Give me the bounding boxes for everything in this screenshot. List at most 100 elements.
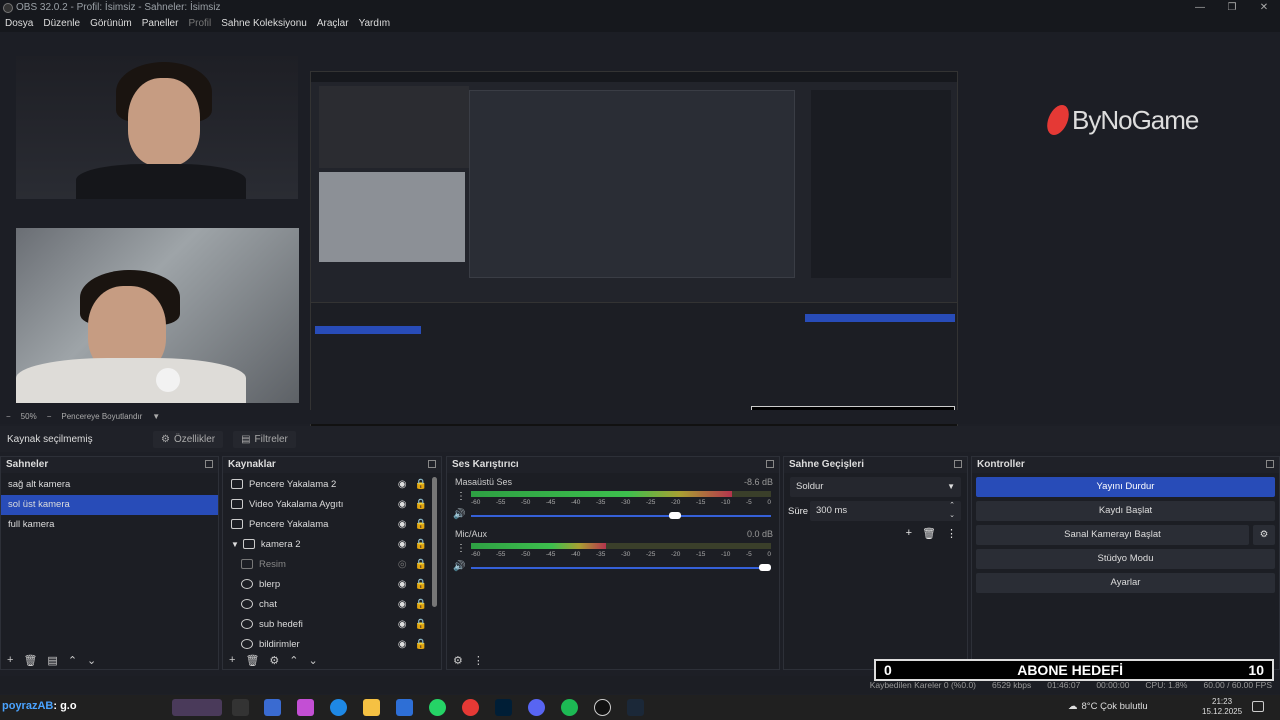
popout-icon[interactable] [1266, 460, 1274, 468]
speaker-icon[interactable]: 🔊 [453, 561, 465, 572]
eye-icon[interactable]: ◉ [398, 539, 407, 550]
source-item[interactable]: sub hedefi ◉ 🔒 [223, 614, 441, 634]
scene-item-sol-ust-kamera[interactable]: sol üst kamera [1, 495, 218, 515]
weather-widget[interactable]: ☁ 8°C Çok bulutlu [1068, 701, 1148, 712]
lock-icon[interactable]: 🔒 [415, 599, 427, 610]
popout-icon[interactable] [954, 460, 962, 468]
stop-stream-button[interactable]: Yayını Durdur [976, 477, 1275, 497]
lock-icon[interactable]: 🔒 [415, 619, 427, 630]
lock-icon[interactable]: 🔒 [415, 639, 427, 650]
source-item[interactable]: Pencere Yakalama ◉ 🔒 [223, 514, 441, 534]
menu-araclar[interactable]: Araçlar [317, 16, 349, 32]
speaker-icon[interactable]: 🔊 [453, 509, 465, 520]
source-item[interactable]: bildirimler ◉ 🔒 [223, 634, 441, 649]
source-item[interactable]: Pencere Yakalama 2 ◉ 🔒 [223, 474, 441, 494]
scene-item-full-kamera[interactable]: full kamera [1, 515, 218, 535]
notification-icon[interactable] [1252, 701, 1264, 712]
discord-icon[interactable] [528, 699, 545, 716]
scene-item-sag-alt-kamera[interactable]: sağ alt kamera [1, 475, 218, 495]
kebab-menu-icon[interactable]: ⋮ [473, 654, 484, 667]
move-down-icon[interactable]: ⌄ [87, 654, 96, 667]
filters-button[interactable]: ▤ Filtreler [233, 430, 296, 448]
duration-input[interactable]: 300 ms ⌃ ⌄ [810, 501, 961, 521]
popout-icon[interactable] [428, 460, 436, 468]
move-up-icon[interactable]: ⌃ [68, 654, 77, 667]
source-item[interactable]: chat ◉ 🔒 [223, 594, 441, 614]
system-clock[interactable]: 21:23 15.12.2025 [1202, 697, 1242, 717]
menu-gorunum[interactable]: Görünüm [90, 16, 132, 32]
move-up-icon[interactable]: ⌃ [289, 654, 298, 667]
source-item[interactable]: Video Yakalama Aygıtı ◉ 🔒 [223, 494, 441, 514]
filter-icon[interactable]: ▤ [47, 654, 57, 667]
chrome-icon[interactable] [462, 699, 479, 716]
menu-dosya[interactable]: Dosya [5, 16, 33, 32]
lock-icon[interactable]: 🔒 [415, 479, 427, 490]
lock-icon[interactable]: 🔒 [415, 519, 427, 530]
volume-knob[interactable] [759, 564, 771, 571]
start-recording-button[interactable]: Kaydı Başlat [976, 501, 1275, 521]
add-icon[interactable]: + [7, 654, 13, 666]
eye-icon[interactable]: ◉ [398, 479, 407, 490]
source-item[interactable]: blerp ◉ 🔒 [223, 574, 441, 594]
popout-icon[interactable] [766, 460, 774, 468]
spotify-icon[interactable] [561, 699, 578, 716]
kebab-menu-icon[interactable]: ⋮ [946, 527, 957, 540]
eye-icon[interactable]: ◉ [398, 599, 407, 610]
whatsapp-icon[interactable] [429, 699, 446, 716]
add-icon[interactable]: + [906, 527, 912, 540]
file-explorer-icon[interactable] [363, 699, 380, 716]
volume-slider[interactable] [471, 512, 771, 519]
trash-icon[interactable]: 🗑 [922, 527, 936, 540]
source-item[interactable]: Resim ◎ 🔒 [223, 554, 441, 574]
eye-icon[interactable]: ◉ [398, 619, 407, 630]
chevron-down-icon[interactable]: ▼ [231, 540, 239, 549]
trash-icon[interactable]: 🗑 [23, 654, 37, 667]
virtualcam-settings-icon[interactable]: ⚙ [1253, 525, 1275, 545]
mail-icon[interactable] [396, 699, 413, 716]
chevron-down-icon[interactable]: ▼ [152, 410, 160, 424]
store-icon[interactable] [264, 699, 281, 716]
lock-icon[interactable]: 🔒 [415, 499, 427, 510]
popout-icon[interactable] [205, 460, 213, 468]
menu-yardim[interactable]: Yardım [359, 16, 391, 32]
lock-icon[interactable]: 🔒 [415, 579, 427, 590]
zoom-out-icon[interactable]: − [6, 410, 11, 424]
move-down-icon[interactable]: ⌄ [309, 654, 318, 667]
menu-profil[interactable]: Profil [188, 16, 211, 32]
gear-icon[interactable]: ⚙ [269, 654, 279, 667]
kebab-menu-icon[interactable]: ⋮ [456, 491, 466, 502]
spinner-icon[interactable]: ⌃ ⌄ [949, 501, 955, 521]
volume-slider[interactable] [471, 564, 771, 571]
minimize-icon[interactable]: — [1184, 0, 1216, 16]
photoshop-icon[interactable] [495, 699, 512, 716]
eye-icon[interactable]: ◉ [398, 499, 407, 510]
source-group-item[interactable]: ▼ kamera 2 ◉ 🔒 [223, 534, 441, 554]
eye-off-icon[interactable]: ◎ [398, 559, 407, 570]
advanced-audio-icon[interactable]: ⚙ [453, 654, 463, 667]
add-icon[interactable]: + [229, 654, 235, 666]
steam-icon[interactable] [627, 699, 644, 716]
menu-paneller[interactable]: Paneller [142, 16, 179, 32]
settings-button[interactable]: Ayarlar [976, 573, 1275, 593]
properties-button[interactable]: ⚙ Özellikler [153, 430, 224, 448]
eye-icon[interactable]: ◉ [398, 579, 407, 590]
volume-knob[interactable] [669, 512, 681, 519]
lock-icon[interactable]: 🔒 [415, 539, 427, 550]
kebab-menu-icon[interactable]: ⋮ [456, 543, 466, 554]
trash-icon[interactable]: 🗑 [245, 654, 259, 667]
zoom-in-icon[interactable]: − [47, 410, 52, 424]
close-icon[interactable]: ✕ [1248, 0, 1280, 16]
menu-sahne-koleksiyonu[interactable]: Sahne Koleksiyonu [221, 16, 307, 32]
transition-select[interactable]: Soldur ▼ [790, 477, 961, 497]
studio-mode-button[interactable]: Stüdyo Modu [976, 549, 1275, 569]
eye-icon[interactable]: ◉ [398, 519, 407, 530]
edge-icon[interactable] [330, 699, 347, 716]
menu-duzenle[interactable]: Düzenle [43, 16, 80, 32]
start-virtualcam-button[interactable]: Sanal Kamerayı Başlat [976, 525, 1249, 545]
lock-icon[interactable]: 🔒 [415, 559, 427, 570]
task-view-icon[interactable] [232, 699, 249, 716]
copilot-icon[interactable] [297, 699, 314, 716]
fit-to-window-button[interactable]: Pencereye Boyutlandır [61, 410, 142, 424]
maximize-icon[interactable]: ❐ [1216, 0, 1248, 16]
sources-scrollbar[interactable] [432, 477, 437, 607]
